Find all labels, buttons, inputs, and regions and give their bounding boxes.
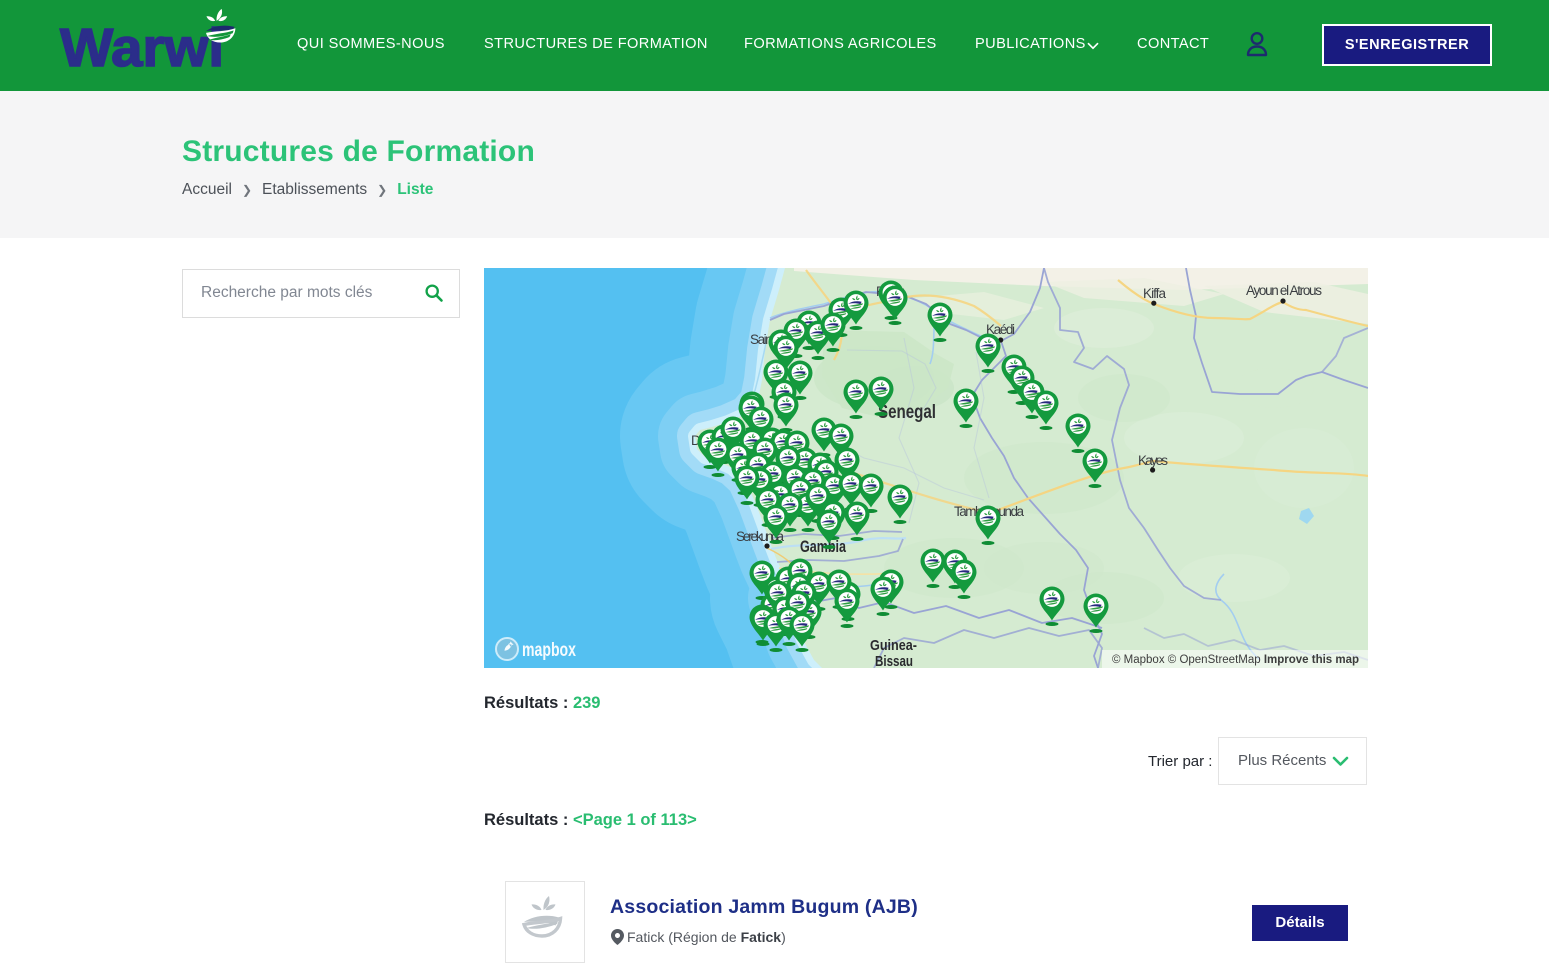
svg-text:Ayoun el Atrous: Ayoun el Atrous xyxy=(1246,283,1322,298)
svg-text:Kiffa: Kiffa xyxy=(1143,286,1166,301)
svg-text:© Mapbox © OpenStreetMap Impro: © Mapbox © OpenStreetMap Improve this ma… xyxy=(1112,654,1359,666)
svg-text:Senegal: Senegal xyxy=(878,401,936,423)
svg-text:Guinea-: Guinea- xyxy=(870,637,917,654)
svg-text:mapbox: mapbox xyxy=(522,640,576,661)
svg-text:Warwi: Warwi xyxy=(60,18,224,78)
svg-text:Kayes: Kayes xyxy=(1138,453,1168,468)
svg-text:Bissau: Bissau xyxy=(875,653,913,668)
